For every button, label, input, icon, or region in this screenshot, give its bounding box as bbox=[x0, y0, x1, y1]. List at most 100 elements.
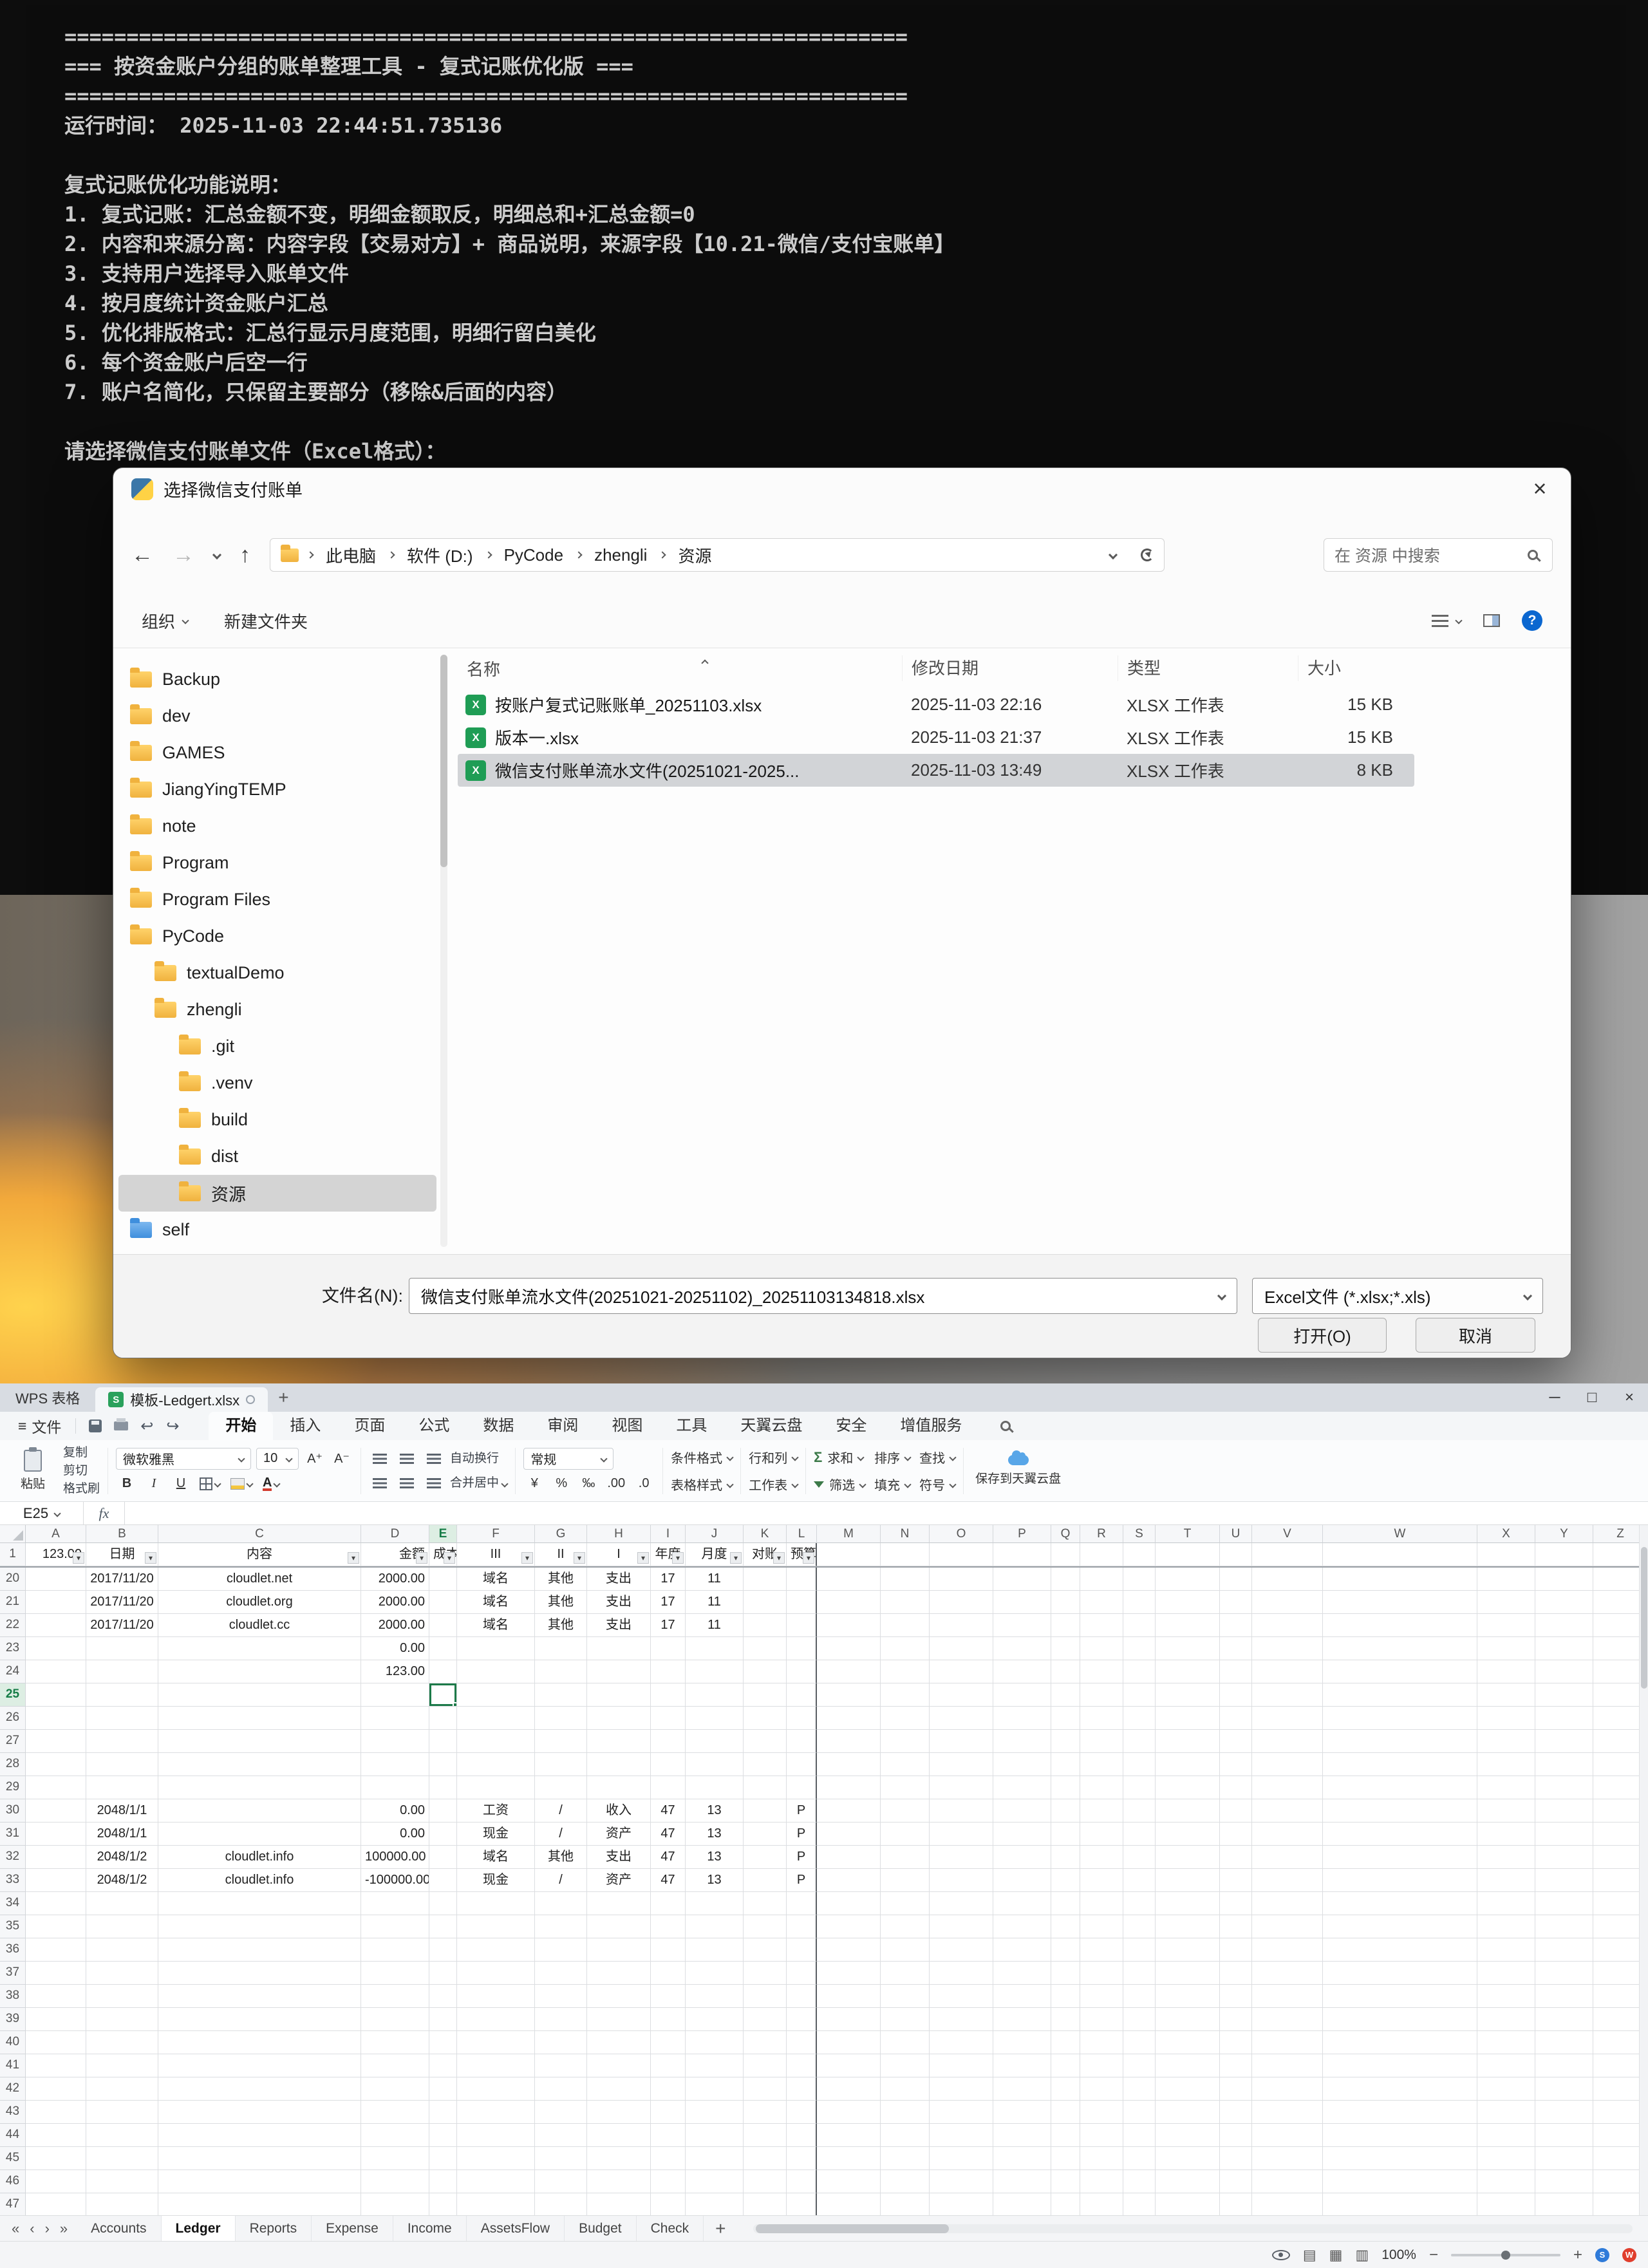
forward-icon[interactable]: → bbox=[173, 543, 194, 568]
cell-N44[interactable] bbox=[881, 2124, 930, 2147]
cell-H43[interactable] bbox=[587, 2101, 651, 2124]
filetype-select[interactable]: Excel文件 (*.xlsx;*.xls) bbox=[1252, 1278, 1543, 1314]
breadcrumb-item[interactable]: 软件 (D:) bbox=[403, 542, 477, 568]
cell-H23[interactable] bbox=[587, 1637, 651, 1660]
row-header-30[interactable]: 30 bbox=[0, 1799, 26, 1823]
cell-H31[interactable]: 资产 bbox=[587, 1823, 651, 1846]
cell-B32[interactable]: 2048/1/2 bbox=[86, 1846, 158, 1869]
cell-A20[interactable] bbox=[26, 1568, 86, 1591]
cell-Y28[interactable] bbox=[1535, 1753, 1593, 1776]
cell-H32[interactable]: 支出 bbox=[587, 1846, 651, 1869]
symbol-button[interactable]: 符号 bbox=[919, 1473, 955, 1496]
sheet-tab-Reports[interactable]: Reports bbox=[236, 2216, 312, 2242]
cell-A30[interactable] bbox=[26, 1799, 86, 1823]
cell-U30[interactable] bbox=[1220, 1799, 1252, 1823]
cancel-button[interactable]: 取消 bbox=[1416, 1318, 1535, 1353]
cell-M41[interactable] bbox=[817, 2054, 881, 2077]
cell-L25[interactable] bbox=[787, 1683, 817, 1707]
row-header-32[interactable]: 32 bbox=[0, 1846, 26, 1869]
cell-W38[interactable] bbox=[1323, 1985, 1477, 2008]
cell-B41[interactable] bbox=[86, 2054, 158, 2077]
cell-D37[interactable] bbox=[361, 1962, 429, 1985]
cell-B31[interactable]: 2048/1/1 bbox=[86, 1823, 158, 1846]
ribbon-tab-天翼云盘[interactable]: 天翼云盘 bbox=[724, 1412, 819, 1440]
tree-item-build[interactable]: build bbox=[118, 1101, 436, 1138]
cell-N27[interactable] bbox=[881, 1730, 930, 1753]
cell-V30[interactable] bbox=[1252, 1799, 1323, 1823]
cell-F25[interactable] bbox=[457, 1683, 535, 1707]
cell-S35[interactable] bbox=[1123, 1915, 1156, 1938]
cell-Q27[interactable] bbox=[1051, 1730, 1080, 1753]
cell-L39[interactable] bbox=[787, 2008, 817, 2031]
cell-V39[interactable] bbox=[1252, 2008, 1323, 2031]
cell-Y40[interactable] bbox=[1535, 2031, 1593, 2054]
cell-O26[interactable] bbox=[930, 1707, 993, 1730]
cell-P26[interactable] bbox=[993, 1707, 1051, 1730]
cell-X45[interactable] bbox=[1477, 2147, 1535, 2170]
cell-P39[interactable] bbox=[993, 2008, 1051, 2031]
cell-J27[interactable] bbox=[686, 1730, 744, 1753]
cell-O34[interactable] bbox=[930, 1892, 993, 1915]
cell-R33[interactable] bbox=[1080, 1869, 1123, 1892]
cell-U28[interactable] bbox=[1220, 1753, 1252, 1776]
cell-B1[interactable]: 日期▾ bbox=[86, 1543, 158, 1566]
cell-S26[interactable] bbox=[1123, 1707, 1156, 1730]
cell-N25[interactable] bbox=[881, 1683, 930, 1707]
cell-L46[interactable] bbox=[787, 2170, 817, 2193]
cell-J30[interactable]: 13 bbox=[686, 1799, 744, 1823]
cell-H29[interactable] bbox=[587, 1776, 651, 1799]
cell-A40[interactable] bbox=[26, 2031, 86, 2054]
worksheet-button[interactable]: 工作表 bbox=[749, 1473, 798, 1496]
cell-Q45[interactable] bbox=[1051, 2147, 1080, 2170]
cell-P36[interactable] bbox=[993, 1938, 1051, 1962]
cell-L30[interactable]: P bbox=[787, 1799, 817, 1823]
cell-S43[interactable] bbox=[1123, 2101, 1156, 2124]
cell-S22[interactable] bbox=[1123, 1614, 1156, 1637]
row-header-45[interactable]: 45 bbox=[0, 2147, 26, 2170]
cell-I22[interactable]: 17 bbox=[651, 1614, 686, 1637]
cell-J46[interactable] bbox=[686, 2170, 744, 2193]
cell-B28[interactable] bbox=[86, 1753, 158, 1776]
cell-H39[interactable] bbox=[587, 2008, 651, 2031]
cell-D43[interactable] bbox=[361, 2101, 429, 2124]
cell-M20[interactable] bbox=[817, 1568, 881, 1591]
recent-locations-icon[interactable] bbox=[212, 550, 221, 559]
row-header-35[interactable]: 35 bbox=[0, 1915, 26, 1938]
cell-E39[interactable] bbox=[429, 2008, 457, 2031]
cell-V32[interactable] bbox=[1252, 1846, 1323, 1869]
cell-H26[interactable] bbox=[587, 1707, 651, 1730]
cell-M47[interactable] bbox=[817, 2193, 881, 2215]
cell-O28[interactable] bbox=[930, 1753, 993, 1776]
cell-V23[interactable] bbox=[1252, 1637, 1323, 1660]
filter-arrow-icon[interactable]: ▾ bbox=[416, 1552, 427, 1564]
cell-N32[interactable] bbox=[881, 1846, 930, 1869]
cell-E43[interactable] bbox=[429, 2101, 457, 2124]
cell-M26[interactable] bbox=[817, 1707, 881, 1730]
cell-S21[interactable] bbox=[1123, 1591, 1156, 1614]
cell-V37[interactable] bbox=[1252, 1962, 1323, 1985]
cell-J42[interactable] bbox=[686, 2077, 744, 2101]
cell-A1[interactable]: 123.00▾ bbox=[26, 1543, 86, 1566]
cell-G25[interactable] bbox=[535, 1683, 587, 1707]
cell-M21[interactable] bbox=[817, 1591, 881, 1614]
cell-H46[interactable] bbox=[587, 2170, 651, 2193]
cell-B29[interactable] bbox=[86, 1776, 158, 1799]
copy-button[interactable]: 复制 bbox=[63, 1446, 100, 1460]
paste-button[interactable]: 粘贴 bbox=[9, 1450, 57, 1492]
cell-W1[interactable] bbox=[1323, 1543, 1477, 1566]
cell-W32[interactable] bbox=[1323, 1846, 1477, 1869]
cell-U27[interactable] bbox=[1220, 1730, 1252, 1753]
file-row[interactable]: X版本一.xlsx2025-11-03 21:37XLSX 工作表15 KB bbox=[458, 721, 1414, 754]
cell-Z44[interactable] bbox=[1593, 2124, 1639, 2147]
cell-T27[interactable] bbox=[1156, 1730, 1220, 1753]
cell-F36[interactable] bbox=[457, 1938, 535, 1962]
cell-C35[interactable] bbox=[158, 1915, 361, 1938]
cell-X31[interactable] bbox=[1477, 1823, 1535, 1846]
cell-K45[interactable] bbox=[744, 2147, 787, 2170]
cell-C23[interactable] bbox=[158, 1637, 361, 1660]
cell-B45[interactable] bbox=[86, 2147, 158, 2170]
cell-S47[interactable] bbox=[1123, 2193, 1156, 2215]
cell-P47[interactable] bbox=[993, 2193, 1051, 2215]
cell-S42[interactable] bbox=[1123, 2077, 1156, 2101]
cell-V42[interactable] bbox=[1252, 2077, 1323, 2101]
